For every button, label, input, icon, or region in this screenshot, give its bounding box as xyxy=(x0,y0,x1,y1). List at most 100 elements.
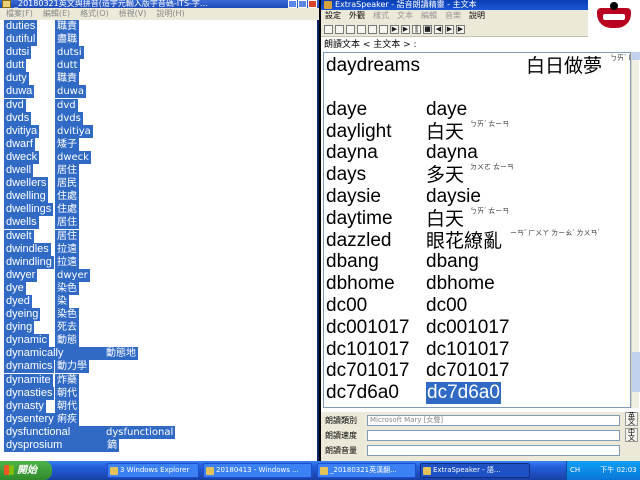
maximize-icon[interactable] xyxy=(298,0,307,8)
voice-select[interactable]: Microsoft Mary [女聲] xyxy=(367,415,620,426)
translation: dutt xyxy=(55,59,80,73)
menu-item[interactable]: 音樂 xyxy=(445,10,461,22)
translation: dbhome xyxy=(426,273,495,295)
new-icon[interactable] xyxy=(324,24,333,34)
menu-item[interactable]: 文本 xyxy=(397,10,413,22)
translation: 拉遠 xyxy=(55,242,79,256)
word-row[interactable]: dyed 染 xyxy=(4,294,314,308)
translation: dvds xyxy=(55,111,83,125)
extraspeaker-window: ExtraSpeaker - 語音朗讀精靈 - 主文本 設定 外觀 樣式 文本 編輯 音樂… xyxy=(321,0,640,461)
stop-icon[interactable]: ■ xyxy=(423,24,432,34)
word-row[interactable]: dynasty 朝代 xyxy=(4,399,314,413)
forward-icon[interactable]: ▶ xyxy=(445,24,454,34)
word-row[interactable]: dweck dweck xyxy=(4,150,314,164)
word-row[interactable]: dvitiya dvitiya xyxy=(4,124,314,138)
notepad-title-bar[interactable]: _20180321英文與拼音(造字元輸入版字音碼-ITS-字... xyxy=(0,0,319,8)
pause-icon[interactable]: ‖ xyxy=(412,24,421,34)
word-row[interactable]: dwells 居住 xyxy=(4,216,314,230)
word-row[interactable]: duties 職責 xyxy=(4,20,314,33)
start-button[interactable]: 開始 xyxy=(0,461,52,480)
english-button[interactable]: 英文 xyxy=(625,412,638,426)
translation: 眼花繚亂 xyxy=(426,229,503,252)
zhuyin-annotation: ㄉㄨㄛ ㄊㄧㄢ xyxy=(470,164,514,172)
record-icon[interactable] xyxy=(379,24,388,34)
english-word: dc101017 xyxy=(326,338,410,360)
word-row[interactable]: dynamic 動態 xyxy=(4,334,314,348)
font-icon[interactable] xyxy=(357,24,366,34)
notepad-menu-item[interactable]: 檢視(V) xyxy=(119,8,147,20)
word-row[interactable]: dynamite 炸藥 xyxy=(4,373,314,387)
word-row[interactable]: duty 職責 xyxy=(4,72,314,86)
word-row[interactable]: dysfunctional dysfunctional xyxy=(4,425,314,439)
play-selection-icon[interactable]: ▶ xyxy=(401,24,410,34)
scroll-thumb[interactable] xyxy=(632,352,640,392)
translation: 動態地 xyxy=(104,347,138,361)
task-app-icon xyxy=(423,467,431,475)
menu-item[interactable]: 說明 xyxy=(469,10,485,22)
word-row[interactable]: dye 染色 xyxy=(4,281,314,295)
close-icon[interactable] xyxy=(308,0,317,8)
volume-label: 朗讀音量 xyxy=(325,446,357,455)
input-language[interactable]: CH xyxy=(570,461,580,480)
rewind-icon[interactable]: ◀ xyxy=(434,24,443,34)
english-word: dwelling xyxy=(4,190,48,204)
end-icon[interactable]: ▶ xyxy=(456,24,465,34)
english-word: dvds xyxy=(4,111,32,125)
app-icon xyxy=(324,1,332,9)
word-row[interactable]: dutiful 盡職 xyxy=(4,33,314,47)
menu-item[interactable]: 外觀 xyxy=(349,10,365,22)
word-row[interactable]: dvd dvd xyxy=(4,98,314,112)
word-row[interactable]: duwa duwa xyxy=(4,85,314,99)
translation: dc101017 xyxy=(426,338,510,360)
speed-slider[interactable] xyxy=(367,430,620,441)
taskbar-button[interactable]: 20180413 - Windows ... xyxy=(203,463,312,478)
word-row[interactable]: dwelling 住處 xyxy=(4,190,314,204)
word-row[interactable]: dwindles 拉遠 xyxy=(4,242,314,256)
word-row[interactable]: dysprosium 鏑 xyxy=(4,439,314,452)
word-row[interactable]: dying 死去 xyxy=(4,321,314,335)
taskbar-button-label: 20180413 - Windows ... xyxy=(216,466,299,474)
word-row[interactable]: dwellings 住處 xyxy=(4,203,314,217)
word-row[interactable]: dwelt 居住 xyxy=(4,229,314,243)
chinese-button[interactable]: 中文 xyxy=(625,428,638,442)
menu-item[interactable]: 編輯 xyxy=(421,10,437,22)
word-list[interactable]: duties 職責 dutiful 盡職 dutsi dutsi dutt dutt duty 職… xyxy=(4,20,314,460)
taskbar-button[interactable]: ExtraSpeaker - 語... xyxy=(420,463,530,478)
word-row[interactable]: dysentery 痢疾 xyxy=(4,412,314,426)
notepad-menu-item[interactable]: 編輯(E) xyxy=(43,8,70,20)
menu-item[interactable]: 樣式 xyxy=(373,10,389,22)
voice-label: 朗讀類別 xyxy=(325,416,357,425)
notepad-menu-item[interactable]: 說明(H) xyxy=(156,8,184,20)
windows-logo-icon xyxy=(4,465,14,475)
play-icon[interactable]: ▶ xyxy=(390,24,399,34)
notepad-menu-item[interactable]: 檔案(F) xyxy=(6,8,33,20)
word-row[interactable]: dutsi dutsi xyxy=(4,46,314,60)
notepad-menu-item[interactable]: 格式(O) xyxy=(80,8,109,20)
english-word: dc00 xyxy=(326,295,368,316)
scroll-up-icon[interactable] xyxy=(632,52,640,60)
word-row[interactable]: dwarf 矮子 xyxy=(4,137,314,151)
word-row[interactable]: dwindling 拉遠 xyxy=(4,255,314,269)
word-row[interactable]: dynamics 動力學 xyxy=(4,360,314,374)
taskbar-button[interactable]: _20180321英漢翻... xyxy=(317,463,416,478)
menu-item[interactable]: 設定 xyxy=(325,10,341,22)
word-row[interactable]: dynasties 朝代 xyxy=(4,386,314,400)
english-word: dayna xyxy=(326,142,378,164)
minimize-icon[interactable] xyxy=(288,0,297,8)
open-icon[interactable] xyxy=(346,24,355,34)
volume-slider[interactable] xyxy=(367,445,620,456)
taskbar-button[interactable]: 3 Windows Explorer xyxy=(107,463,199,478)
word-row[interactable]: dwellers 居民 xyxy=(4,177,314,191)
vertical-scrollbar[interactable] xyxy=(631,52,640,408)
save-icon[interactable] xyxy=(335,24,344,34)
cut-icon[interactable] xyxy=(368,24,377,34)
translation: 白天 xyxy=(426,207,465,230)
word-row[interactable]: dvds dvds xyxy=(4,111,314,125)
word-row[interactable]: dyeing 染色 xyxy=(4,308,314,322)
word-row[interactable]: dwyer dwyer xyxy=(4,268,314,282)
word-row[interactable]: dynamically 動態地 xyxy=(4,347,314,361)
word-row[interactable]: dutt dutt xyxy=(4,59,314,73)
reading-text-area[interactable]: daydreams白日做夢ㄅㄞˊ ㄖˋ ㄗㄨㄛˋ ㄇㄥˋdayedayedayl… xyxy=(323,52,631,408)
word-row[interactable]: dwell 居住 xyxy=(4,164,314,178)
english-word: dc001017 xyxy=(326,316,410,338)
